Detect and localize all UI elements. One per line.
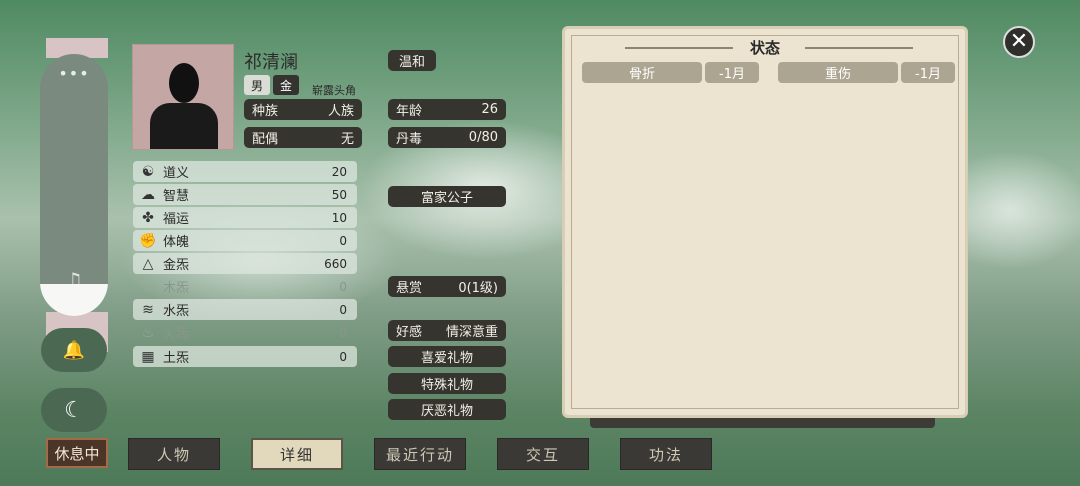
stat-label: 体魄 xyxy=(163,235,190,250)
water-icon: ≋ xyxy=(142,301,154,318)
character-name: 祁清澜 xyxy=(244,52,298,73)
volume-level xyxy=(40,284,108,316)
liked-gift-label: 喜爱礼物 xyxy=(420,351,473,366)
notification-button[interactable]: 🔔 xyxy=(41,328,107,372)
stat-row-morality: ☯ 道义 20 xyxy=(133,161,357,182)
bounty-label: 悬赏 xyxy=(396,281,423,296)
clover-icon: ✤ xyxy=(142,209,154,226)
stat-label: 福运 xyxy=(163,212,190,227)
race-value: 人族 xyxy=(327,104,354,119)
background-badge[interactable]: 富家公子 xyxy=(388,186,506,207)
night-mode-button[interactable]: ☾ xyxy=(41,388,107,432)
tab-recent-actions[interactable]: 最近行动 xyxy=(374,438,466,470)
stat-row-wood: ◇ 木炁 0 xyxy=(133,276,357,297)
spouse-value: 无 xyxy=(340,132,354,147)
metal-icon: △ xyxy=(142,255,154,272)
volume-slider[interactable]: ••• ♫ xyxy=(40,54,108,316)
status-effect-fracture-duration: -1月 xyxy=(705,62,759,83)
brain-icon: ☁ xyxy=(141,186,155,203)
stat-row-fire: ♨ 火炁 0 xyxy=(133,322,357,343)
age-label: 年龄 xyxy=(396,104,423,119)
stat-row-earth: ▦ 土炁 0 xyxy=(133,346,357,367)
race-label: 种族 xyxy=(252,104,279,119)
rank-title: 崭露头角 xyxy=(312,84,356,97)
tab-skills[interactable]: 功法 xyxy=(620,438,712,470)
stat-value: 0 xyxy=(339,302,347,317)
stat-value: 50 xyxy=(331,187,347,202)
age-value: 26 xyxy=(481,102,498,117)
close-icon: ✕ xyxy=(1009,29,1029,54)
stat-value: 10 xyxy=(331,210,347,225)
stat-label: 水炁 xyxy=(163,304,190,319)
fist-icon: ✊ xyxy=(139,232,157,249)
poison-value: 0/80 xyxy=(468,130,498,145)
silhouette-head xyxy=(169,63,199,103)
stat-row-metal: △ 金炁 660 xyxy=(133,253,357,274)
fire-icon: ♨ xyxy=(141,324,155,341)
status-effect-severe-injury-duration: -1月 xyxy=(901,62,955,83)
status-effect-severe-injury[interactable]: 重伤 xyxy=(778,62,898,83)
hated-gift-label: 厌恶礼物 xyxy=(420,404,473,419)
root-tag: 金 xyxy=(273,75,299,95)
stat-value: 0 xyxy=(339,233,347,248)
hated-gift-button[interactable]: 厌恶礼物 xyxy=(388,399,506,420)
status-panel-frame xyxy=(571,35,959,409)
stat-label: 道义 xyxy=(163,166,190,181)
stat-label: 火炁 xyxy=(163,327,190,342)
more-icon[interactable]: ••• xyxy=(40,64,108,83)
stat-value: 0 xyxy=(339,349,347,364)
earth-icon: ▦ xyxy=(141,348,155,365)
yin-yang-icon: ☯ xyxy=(141,163,155,180)
race-row: 种族 人族 xyxy=(244,99,362,120)
tab-interact[interactable]: 交互 xyxy=(497,438,589,470)
poison-label: 丹毒 xyxy=(396,132,423,147)
close-button[interactable]: ✕ xyxy=(1003,26,1035,58)
stat-value: 660 xyxy=(324,256,347,271)
background-text: 富家公子 xyxy=(420,191,473,206)
favor-row: 好感 情深意重 xyxy=(388,320,506,341)
stat-value: 20 xyxy=(331,164,347,179)
stat-row-physique: ✊ 体魄 0 xyxy=(133,230,357,251)
tab-character[interactable]: 人物 xyxy=(128,438,220,470)
status-effect-fracture[interactable]: 骨折 xyxy=(582,62,702,83)
liked-gift-button[interactable]: 喜爱礼物 xyxy=(388,346,506,367)
stat-label: 金炁 xyxy=(163,258,190,273)
status-panel: 状态 骨折 -1月 重伤 -1月 xyxy=(562,26,968,418)
stat-value: 0 xyxy=(339,325,347,340)
tab-details[interactable]: 详细 xyxy=(251,438,343,470)
stat-row-wisdom: ☁ 智慧 50 xyxy=(133,184,357,205)
bell-icon: 🔔 xyxy=(62,339,86,361)
silhouette-body xyxy=(150,103,218,149)
spouse-label: 配偶 xyxy=(252,132,279,147)
bounty-value: 0(1级) xyxy=(458,281,498,296)
bounty-row: 悬赏 0(1级) xyxy=(388,276,506,297)
special-gift-button[interactable]: 特殊礼物 xyxy=(388,373,506,394)
age-row: 年龄 26 xyxy=(388,99,506,120)
resting-indicator: 休息中 xyxy=(46,438,108,468)
stat-label: 土炁 xyxy=(163,351,190,366)
favor-value: 情深意重 xyxy=(445,325,498,340)
stat-label: 智慧 xyxy=(163,189,190,204)
favor-label: 好感 xyxy=(396,325,423,340)
moon-icon: ☾ xyxy=(64,397,84,423)
special-gift-label: 特殊礼物 xyxy=(420,378,473,393)
stat-row-luck: ✤ 福运 10 xyxy=(133,207,357,228)
stat-value: 0 xyxy=(339,279,347,294)
status-panel-title: 状态 xyxy=(749,39,780,57)
gender-tag: 男 xyxy=(244,75,270,95)
temperament-badge: 温和 xyxy=(388,50,436,71)
stat-label: 木炁 xyxy=(163,281,190,296)
wood-icon: ◇ xyxy=(142,278,154,295)
stat-row-water: ≋ 水炁 0 xyxy=(133,299,357,320)
temperament-text: 温和 xyxy=(398,55,425,70)
character-portrait xyxy=(132,44,234,150)
spouse-row: 配偶 无 xyxy=(244,127,362,148)
poison-row: 丹毒 0/80 xyxy=(388,127,506,148)
